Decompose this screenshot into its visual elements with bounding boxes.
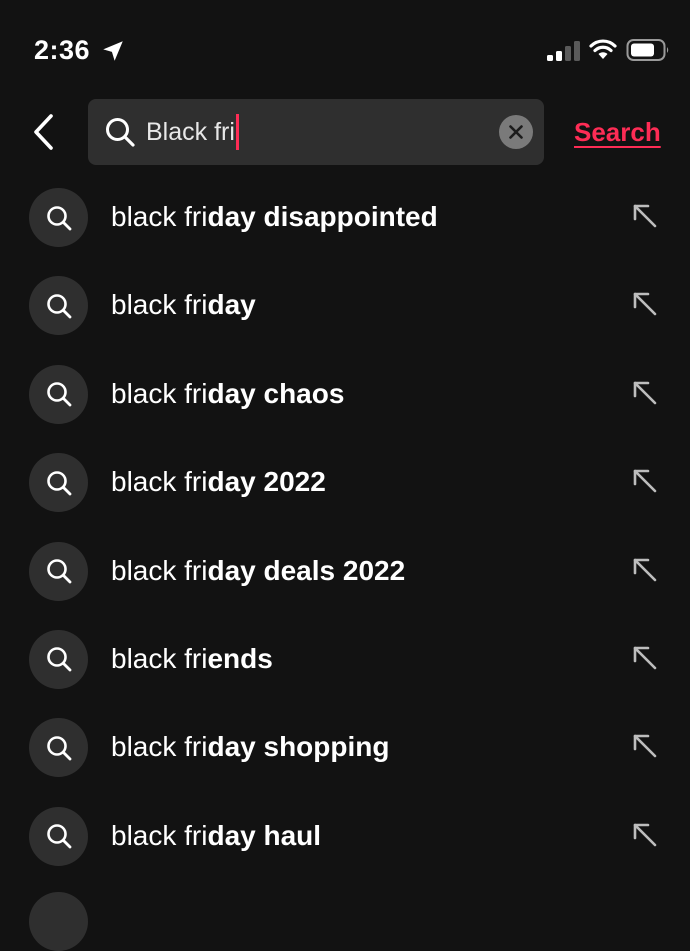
arrow-up-left-icon[interactable] <box>630 289 660 319</box>
suggestion-search-icon-bg <box>29 188 88 247</box>
search-icon <box>46 824 71 849</box>
suggestion-item[interactable]: black friday shopping <box>0 703 690 791</box>
search-icon <box>46 736 71 761</box>
suggestion-completion-text: day shopping <box>207 731 390 763</box>
suggestion-typed-text: black fri <box>111 289 208 321</box>
suggestion-completion-text: day chaos <box>207 377 345 409</box>
arrow-up-left-icon[interactable] <box>630 555 660 585</box>
search-icon <box>106 118 135 147</box>
status-bar: 2:36 <box>0 0 690 100</box>
search-icon <box>46 470 71 496</box>
chevron-left-icon <box>34 114 53 150</box>
suggestion-search-icon-bg <box>29 718 88 778</box>
suggestion-label: black friday haul <box>111 818 321 854</box>
suggestion-search-icon-bg <box>29 276 88 336</box>
suggestion-list: black friday disappointed black friday b… <box>0 173 690 880</box>
arrow-up-left-icon[interactable] <box>630 466 660 496</box>
suggestion-search-icon-partial <box>29 892 88 951</box>
search-icon <box>46 559 71 584</box>
suggestion-label: black friday <box>111 287 256 323</box>
suggestion-completion-text: day 2022 <box>207 466 326 498</box>
suggestion-completion-text: day haul <box>207 819 322 851</box>
suggestion-typed-text: black fri <box>111 731 208 763</box>
suggestion-label: black friday deals 2022 <box>111 553 405 589</box>
suggestion-typed-text: black fri <box>111 466 208 498</box>
arrow-up-left-icon[interactable] <box>630 731 660 761</box>
suggestion-item[interactable]: black friends <box>0 615 690 703</box>
clear-button[interactable] <box>499 115 533 149</box>
location-arrow-icon <box>103 41 123 61</box>
suggestion-completion-text: ends <box>207 642 273 674</box>
suggestion-search-icon-bg <box>29 806 88 866</box>
suggestion-item[interactable]: black friday <box>0 261 690 349</box>
search-icon <box>46 647 71 672</box>
suggestion-search-icon-bg <box>29 364 88 424</box>
suggestion-search-icon-bg <box>29 541 88 601</box>
signal-icon <box>547 41 580 61</box>
suggestion-completion-text: day disappointed <box>207 201 438 232</box>
clear-icon <box>509 125 523 139</box>
suggestion-typed-text: black fri <box>111 377 208 409</box>
suggestion-item[interactable]: black friday 2022 <box>0 438 690 526</box>
suggestion-label: black friday chaos <box>111 376 344 412</box>
arrow-up-left-icon[interactable] <box>630 201 660 231</box>
text-caret <box>235 114 239 150</box>
arrow-up-left-icon[interactable] <box>630 643 660 673</box>
search-icon <box>46 382 71 407</box>
suggestion-typed-text: black fri <box>111 201 208 232</box>
suggestion-item[interactable]: black friday disappointed <box>0 173 690 261</box>
suggestion-item[interactable]: black friday chaos <box>0 350 690 438</box>
search-input[interactable]: Black fri <box>146 112 239 152</box>
back-button[interactable] <box>22 108 66 156</box>
suggestion-label: black friends <box>111 641 273 677</box>
search-icon <box>46 294 71 319</box>
suggestion-search-icon-bg <box>29 629 88 689</box>
battery-icon <box>626 39 669 61</box>
suggestion-completion-text: day <box>207 289 256 321</box>
suggestion-typed-text: black fri <box>111 819 208 851</box>
arrow-up-left-icon[interactable] <box>630 820 660 850</box>
suggestion-label: black friday 2022 <box>111 464 326 500</box>
search-button[interactable]: Search <box>574 112 661 152</box>
suggestion-item[interactable]: black friday deals 2022 <box>0 527 690 615</box>
suggestion-item[interactable]: black friday haul <box>0 792 690 880</box>
suggestion-typed-text: black fri <box>111 554 208 586</box>
wifi-icon <box>589 39 617 59</box>
suggestion-label: black friday disappointed <box>111 199 438 235</box>
search-query-text: Black fri <box>146 117 235 146</box>
search-icon <box>46 205 71 230</box>
suggestion-completion-text: day deals 2022 <box>207 554 406 586</box>
suggestion-typed-text: black fri <box>111 642 208 674</box>
arrow-up-left-icon[interactable] <box>630 378 660 408</box>
search-box[interactable]: Black fri <box>88 99 544 165</box>
status-time: 2:36 <box>34 35 91 65</box>
suggestion-label: black friday shopping <box>111 729 389 765</box>
suggestion-search-icon-bg <box>29 453 88 513</box>
